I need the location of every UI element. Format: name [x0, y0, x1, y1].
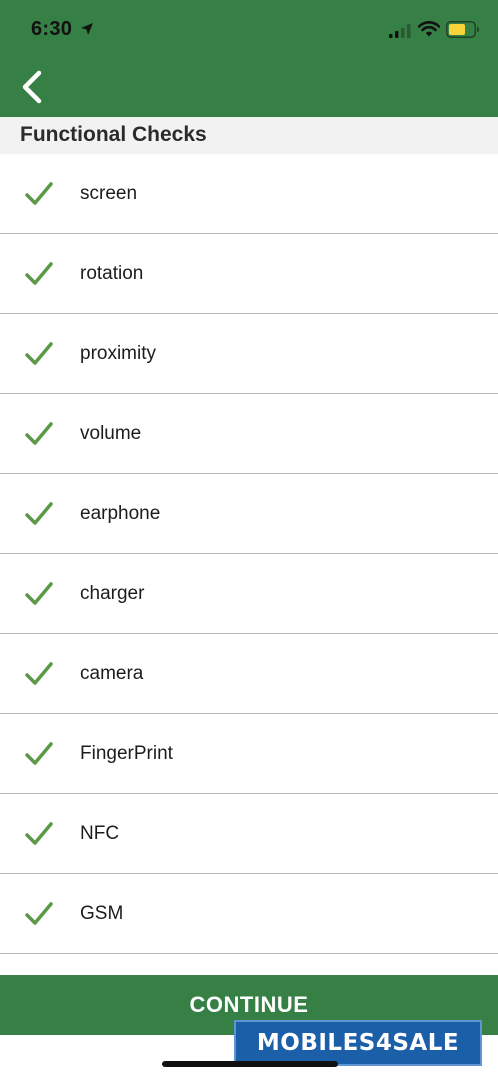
check-row-earphone: earphone [0, 474, 498, 554]
check-row-volume: volume [0, 394, 498, 474]
checkmark-icon [25, 181, 53, 207]
wifi-icon [417, 21, 441, 37]
check-row-fingerprint: FingerPrint [0, 714, 498, 794]
check-row-proximity: proximity [0, 314, 498, 394]
check-row-camera: camera [0, 634, 498, 714]
status-time: 6:30 [31, 18, 73, 40]
checkmark-icon [25, 261, 53, 287]
checkmark-icon [25, 661, 53, 687]
check-label: charger [80, 583, 145, 604]
watermark-text: MOBILES4SALE [256, 1030, 460, 1056]
checkmark-icon [25, 501, 53, 527]
check-label: proximity [80, 343, 157, 364]
section-header: Functional Checks [0, 117, 498, 154]
battery-icon [446, 21, 480, 38]
section-title: Functional Checks [20, 123, 207, 146]
signal-icon [389, 24, 411, 38]
home-indicator[interactable] [162, 1061, 338, 1067]
functional-checks-list: screen rotation proximity volume earphon… [0, 154, 498, 954]
check-row-nfc: NFC [0, 794, 498, 874]
check-label: screen [80, 183, 138, 204]
app-header: 6:30 [0, 0, 498, 117]
check-label: earphone [80, 503, 161, 524]
check-label: volume [80, 423, 142, 444]
check-label: rotation [80, 263, 144, 284]
checkmark-icon [25, 901, 53, 927]
checkmark-icon [25, 581, 53, 607]
check-label: NFC [80, 823, 120, 844]
check-label: FingerPrint [80, 743, 173, 764]
checkmark-icon [25, 421, 53, 447]
screen: 6:30 Functional Checks screen rotation p… [0, 0, 498, 1080]
check-row-screen: screen [0, 154, 498, 234]
check-label: GSM [80, 903, 124, 924]
chevron-left-icon [22, 70, 42, 104]
check-label: camera [80, 663, 144, 684]
location-arrow-icon [80, 22, 94, 36]
status-bar: 6:30 [0, 0, 498, 60]
check-row-gsm: GSM [0, 874, 498, 954]
checkmark-icon [25, 341, 53, 367]
check-row-charger: charger [0, 554, 498, 634]
checkmark-icon [25, 741, 53, 767]
check-row-rotation: rotation [0, 234, 498, 314]
checkmark-icon [25, 821, 53, 847]
watermark-logo: MOBILES4SALE [234, 1020, 482, 1066]
back-button[interactable] [14, 66, 50, 108]
